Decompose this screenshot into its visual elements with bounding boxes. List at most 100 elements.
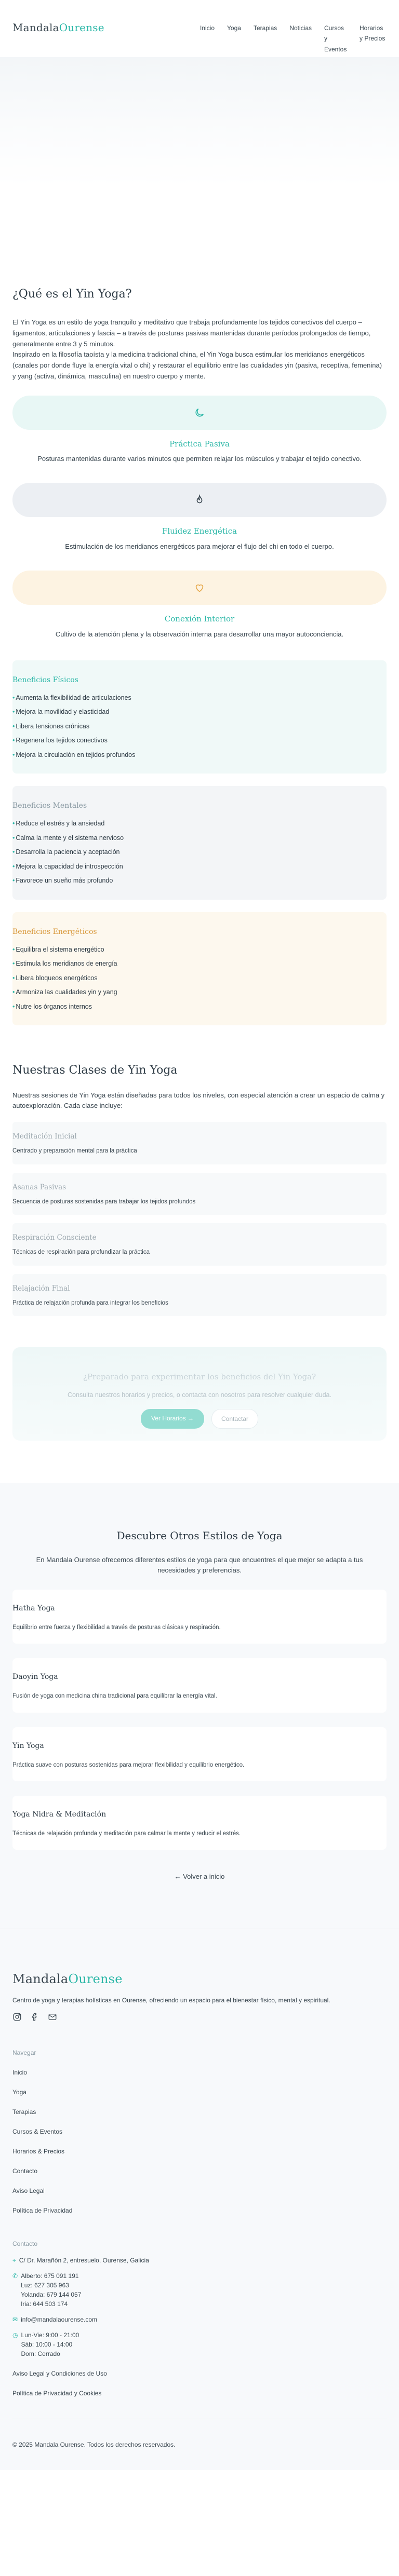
card-beneficios-fisicos: Beneficios Físicos • Aumenta la flexibili… bbox=[12, 660, 387, 774]
intro-paragraph-1: El Yin Yoga es un estilo de yoga tranqui… bbox=[12, 318, 371, 348]
logo-accent: Ourense bbox=[59, 21, 104, 34]
list-item: • Libera tensiones crónicas bbox=[12, 722, 90, 730]
phone-number[interactable]: Alberto: 675 091 191 bbox=[21, 2271, 81, 2281]
style-card-title: Hatha Yoga bbox=[12, 1604, 55, 1613]
style-card-desc: Práctica suave con posturas sostenidas p… bbox=[12, 1761, 245, 1768]
benefit-cards: Beneficios Físicos • Aumenta la flexibili… bbox=[0, 660, 399, 1026]
phone-number[interactable]: Luz: 627 305 963 bbox=[21, 2281, 81, 2290]
mail-icon[interactable] bbox=[48, 2012, 57, 2025]
heart-icon bbox=[193, 581, 206, 594]
class-item-title: Respiración Consciente bbox=[12, 1233, 97, 1242]
style-card-title: Yin Yoga bbox=[12, 1741, 44, 1750]
class-item-title: Asanas Pasivas bbox=[12, 1183, 66, 1191]
list-item: • Favorece un sueño más profundo bbox=[12, 877, 113, 885]
class-item-title: Relajación Final bbox=[12, 1284, 70, 1293]
email-link[interactable]: info@mandalaourense.com bbox=[21, 2315, 97, 2324]
social-links bbox=[12, 2012, 387, 2025]
list-item: • Regenera los tejidos conectivos bbox=[12, 737, 108, 744]
benefit-pill bbox=[12, 395, 387, 430]
nav-cursos-eventos[interactable]: Cursos y Eventos bbox=[324, 23, 347, 55]
class-item-desc: Secuencia de posturas sostenidas para tr… bbox=[12, 1198, 196, 1205]
classes-title: Nuestras Clases de Yin Yoga bbox=[12, 1064, 178, 1077]
footer-link[interactable]: Cursos & Eventos bbox=[12, 2127, 387, 2136]
nav-terapias[interactable]: Terapias bbox=[254, 23, 277, 33]
classes-section: Nuestras Clases de Yin Yoga Nuestras ses… bbox=[0, 1062, 399, 1441]
logo-main: Mandala bbox=[12, 21, 59, 34]
class-item: Relajación Final Práctica de relajación p… bbox=[12, 1273, 387, 1317]
flame-icon bbox=[193, 493, 206, 507]
mail-icon: ✉ bbox=[12, 2316, 18, 2324]
legal-link[interactable]: Política de Privacidad y Cookies bbox=[12, 2389, 387, 2398]
nav-inicio[interactable]: Inicio bbox=[200, 23, 215, 33]
site-logo[interactable]: MandalaOurense bbox=[12, 20, 104, 35]
list-item: • Estimula los meridianos de energía bbox=[12, 960, 117, 968]
intro-paragraph-2: Inspirado en la filosofía taoísta y la m… bbox=[12, 350, 382, 380]
opening-hours: Sáb: 10:00 - 14:00 bbox=[21, 2341, 73, 2349]
copyright: © 2025 Mandala Ourense. Todos los derech… bbox=[12, 2441, 176, 2449]
benefit-practica-pasiva: Práctica Pasiva Posturas mantenidas dura… bbox=[12, 395, 387, 465]
map-pin-icon: ⌖ bbox=[12, 2257, 16, 2265]
nav-noticias[interactable]: Noticias bbox=[289, 23, 312, 33]
style-card-desc: Fusión de yoga con medicina china tradic… bbox=[12, 1693, 217, 1700]
class-item-desc: Práctica de relajación profunda para int… bbox=[12, 1299, 168, 1306]
footer-link[interactable]: Política de Privacidad bbox=[12, 2206, 387, 2215]
footer-link[interactable]: Aviso Legal bbox=[12, 2186, 387, 2195]
style-card-title: Yoga Nidra & Meditación bbox=[12, 1810, 107, 1819]
style-card[interactable]: Daoyin Yoga Fusión de yoga con medicina c… bbox=[12, 1658, 387, 1713]
phone-number[interactable]: Iria: 644 503 174 bbox=[21, 2299, 81, 2309]
opening-hours: Lun-Vie: 9:00 - 21:00 bbox=[21, 2331, 79, 2339]
class-item: Asanas Pasivas Secuencia de posturas sost… bbox=[12, 1172, 387, 1215]
footer-link[interactable]: Terapias bbox=[12, 2107, 387, 2117]
footer-logo[interactable]: MandalaOurense bbox=[12, 1970, 387, 1988]
styles-title: Descubre Otros Estilos de Yoga bbox=[116, 1529, 283, 1542]
contact-button[interactable]: Contactar bbox=[211, 1409, 259, 1429]
footer-link[interactable]: Contacto bbox=[12, 2166, 387, 2176]
site-footer: MandalaOurense Centro de yoga y terapias… bbox=[0, 1928, 399, 2471]
benefit-desc: Posturas mantenidas durante varios minut… bbox=[37, 455, 362, 463]
benefit-pill bbox=[12, 483, 387, 518]
styles-lead: En Mandala Ourense ofrecemos diferentes … bbox=[36, 1556, 363, 1574]
benefit-fluidez-energetica: Fluidez Energética Estimulación de los m… bbox=[12, 483, 387, 552]
benefit-desc: Estimulación de los meridianos energétic… bbox=[65, 542, 334, 550]
list-item: • Mejora la capacidad de introspección bbox=[12, 862, 123, 870]
benefit-desc: Cultivo de la atención plena y la observ… bbox=[55, 630, 344, 638]
classes-lead: Nuestras sesiones de Yin Yoga están dise… bbox=[12, 1091, 385, 1109]
phone-number[interactable]: Yolanda: 679 144 057 bbox=[21, 2290, 81, 2299]
card-beneficios-energeticos: Beneficios Energéticos • Equilibra el sis… bbox=[12, 912, 387, 1026]
style-card[interactable]: Yoga Nidra & Meditación Técnicas de relaj… bbox=[12, 1795, 387, 1850]
nav-horarios-precios[interactable]: Horarios y Precios bbox=[360, 23, 387, 44]
clock-icon: ◷ bbox=[12, 2331, 18, 2339]
legal-link[interactable]: Aviso Legal y Condiciones de Uso bbox=[12, 2369, 387, 2378]
nav-yoga[interactable]: Yoga bbox=[227, 23, 241, 33]
list-item: • Desarrolla la paciencia y aceptación bbox=[12, 848, 120, 856]
style-card[interactable]: Yin Yoga Práctica suave con posturas sost… bbox=[12, 1727, 387, 1781]
main-nav: Inicio Yoga Terapias Noticias Cursos y E… bbox=[200, 23, 387, 55]
style-card[interactable]: Hatha Yoga Equilibrio entre fuerza y flex… bbox=[12, 1590, 387, 1644]
footer-tagline: Centro de yoga y terapias holísticas en … bbox=[12, 1996, 330, 2004]
logo-accent: Ourense bbox=[68, 1971, 123, 1986]
intro-section: ¿Qué es el Yin Yoga? El Yin Yoga es un e… bbox=[0, 286, 399, 382]
class-item: Respiración Consciente Técnicas de respir… bbox=[12, 1223, 387, 1266]
footer-nav-title: Navegar bbox=[12, 2049, 36, 2057]
phone-icon: ✆ bbox=[12, 2272, 18, 2280]
card-title: Beneficios Físicos bbox=[12, 675, 78, 684]
list-item: • Reduce el estrés y la ansiedad bbox=[12, 820, 105, 828]
class-item-title: Meditación Inicial bbox=[12, 1132, 77, 1141]
footer-link[interactable]: Yoga bbox=[12, 2087, 387, 2097]
list-item: • Aumenta la flexibilidad de articulacion… bbox=[12, 694, 131, 701]
facebook-icon[interactable] bbox=[30, 2012, 39, 2025]
instagram-icon[interactable] bbox=[12, 2012, 22, 2025]
footer-contact-title: Contacto bbox=[12, 2240, 38, 2248]
list-item: • Mejora la movilidad y elasticidad bbox=[12, 708, 110, 716]
footer-link[interactable]: Horarios & Precios bbox=[12, 2147, 387, 2156]
intro-title: ¿Qué es el Yin Yoga? bbox=[12, 288, 132, 301]
style-card-desc: Equilibrio entre fuerza y flexibilidad a… bbox=[12, 1624, 221, 1631]
card-beneficios-mentales: Beneficios Mentales • Reduce el estrés y … bbox=[12, 786, 387, 900]
moon-icon bbox=[193, 406, 206, 419]
hero-banner bbox=[0, 57, 399, 187]
class-item-desc: Centrado y preparación mental para la pr… bbox=[12, 1148, 137, 1155]
footer-nav: Inicio Yoga Terapias Cursos & Eventos Ho… bbox=[12, 2068, 387, 2215]
view-schedule-button[interactable]: Ver Horarios → bbox=[140, 1409, 204, 1429]
footer-link[interactable]: Inicio bbox=[12, 2068, 387, 2077]
back-to-home-link[interactable]: ← Volver a inicio bbox=[12, 1872, 387, 1882]
